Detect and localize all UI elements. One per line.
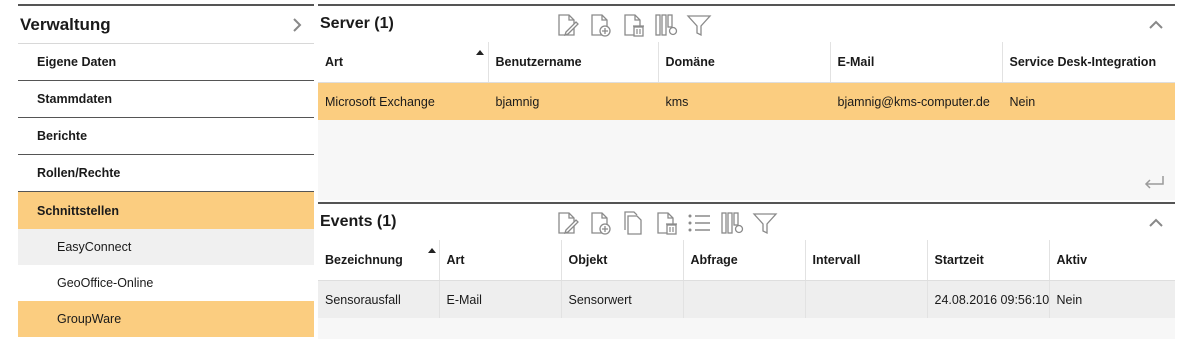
table-header-row: Bezeichnung Art Objekt Abfrage Intervall… xyxy=(318,240,1175,281)
sidebar-item-berichte[interactable]: Berichte xyxy=(18,118,314,155)
sidebar: Verwaltung Eigene Daten Stammdaten Beric… xyxy=(18,4,314,339)
edit-icon[interactable] xyxy=(554,210,580,236)
column-header-label: Art xyxy=(325,55,344,69)
columns-icon[interactable] xyxy=(719,210,745,236)
sidebar-subitem-geooffice-online[interactable]: GeoOffice-Online xyxy=(18,265,314,301)
sidebar-subitem-easyconnect[interactable]: EasyConnect xyxy=(18,229,314,265)
table-cell: E-Mail xyxy=(438,280,561,318)
table-cell: kms xyxy=(657,82,830,120)
table-row[interactable]: Sensorausfall E-Mail Sensorwert 24.08.20… xyxy=(318,280,1175,318)
table-cell: Sensorwert xyxy=(560,280,683,318)
copy-icon[interactable] xyxy=(620,210,646,236)
column-header-label: E-Mail xyxy=(837,55,875,69)
column-header-label: Intervall xyxy=(812,253,861,267)
column-header-intervall[interactable]: Intervall xyxy=(804,240,927,281)
sidebar-item-label: Eigene Daten xyxy=(37,55,117,69)
column-header-label: Aktiv xyxy=(1056,253,1088,267)
column-header-startzeit[interactable]: Startzeit xyxy=(926,240,1049,281)
events-panel: Events (1) Bezeichnung Art Objekt Abfrag… xyxy=(318,202,1175,339)
chevron-up-icon[interactable] xyxy=(1149,18,1163,32)
server-toolbar xyxy=(554,12,712,38)
events-table: Bezeichnung Art Objekt Abfrage Intervall… xyxy=(318,240,1175,318)
sidebar-item-rollen-rechte[interactable]: Rollen/Rechte xyxy=(18,155,314,192)
table-cell: Microsoft Exchange xyxy=(318,82,488,120)
table-cell xyxy=(804,280,927,318)
table-cell: bjamnig@kms-computer.de xyxy=(829,82,1002,120)
table-header-row: Art Benutzername Domäne E-Mail Service D… xyxy=(318,42,1175,83)
sort-asc-icon xyxy=(428,248,436,253)
chevron-up-icon[interactable] xyxy=(1149,216,1163,230)
add-icon[interactable] xyxy=(587,210,613,236)
columns-icon[interactable] xyxy=(653,12,679,38)
column-header-label: Bezeichnung xyxy=(325,253,403,267)
server-table: Art Benutzername Domäne E-Mail Service D… xyxy=(318,42,1175,120)
edit-icon[interactable] xyxy=(554,12,580,38)
sidebar-subitem-label: GeoOffice-Online xyxy=(57,276,154,290)
server-panel-title: Server (1) xyxy=(320,15,394,32)
sidebar-item-eigene-daten[interactable]: Eigene Daten xyxy=(18,44,314,81)
column-header-label: Objekt xyxy=(568,253,608,267)
column-header-objekt[interactable]: Objekt xyxy=(560,240,683,281)
table-cell: Sensorausfall xyxy=(318,280,439,318)
table-cell: Nein xyxy=(1001,82,1175,120)
chevron-right-icon[interactable] xyxy=(290,17,304,32)
sidebar-item-label: Berichte xyxy=(37,129,88,143)
sort-asc-icon xyxy=(476,50,484,55)
return-icon[interactable] xyxy=(1141,174,1167,192)
events-panel-title: Events (1) xyxy=(320,213,397,230)
sidebar-subitem-groupware[interactable]: GroupWare xyxy=(18,301,314,337)
column-header-abfrage[interactable]: Abfrage xyxy=(682,240,805,281)
column-header-art[interactable]: Art xyxy=(438,240,561,281)
delete-icon[interactable] xyxy=(620,12,646,38)
sidebar-title: Verwaltung xyxy=(20,14,111,34)
column-header-label: Startzeit xyxy=(934,253,984,267)
sidebar-item-label: Rollen/Rechte xyxy=(37,166,121,180)
column-header-email[interactable]: E-Mail xyxy=(829,42,1002,83)
table-row[interactable]: Microsoft Exchange bjamnig kms bjamnig@k… xyxy=(318,82,1175,120)
column-header-benutzername[interactable]: Benutzername xyxy=(487,42,658,83)
sidebar-item-label: Stammdaten xyxy=(37,92,113,106)
table-cell: 24.08.2016 09:56:10 xyxy=(926,280,1049,318)
table-cell xyxy=(682,280,805,318)
events-panel-header: Events (1) xyxy=(318,202,1175,240)
add-icon[interactable] xyxy=(587,12,613,38)
column-header-service-desk[interactable]: Service Desk-Integration xyxy=(1001,42,1175,83)
column-header-label: Art xyxy=(446,253,465,267)
server-panel: Server (1) Art Benutzername Domäne E-Mai… xyxy=(318,4,1175,200)
filter-icon[interactable] xyxy=(686,12,712,38)
table-cell: Nein xyxy=(1048,280,1175,318)
sidebar-subitem-label: EasyConnect xyxy=(57,240,132,254)
sidebar-subitem-label: GroupWare xyxy=(57,312,122,326)
column-header-art[interactable]: Art xyxy=(318,42,488,83)
column-header-label: Service Desk-Integration xyxy=(1009,55,1157,69)
column-header-label: Abfrage xyxy=(690,253,738,267)
table-cell: bjamnig xyxy=(487,82,658,120)
list-icon[interactable] xyxy=(686,210,712,236)
sidebar-item-schnittstellen[interactable]: Schnittstellen xyxy=(18,192,314,229)
delete-icon[interactable] xyxy=(653,210,679,236)
server-panel-header: Server (1) xyxy=(318,4,1175,42)
column-header-label: Domäne xyxy=(665,55,715,69)
events-toolbar xyxy=(554,210,778,236)
column-header-aktiv[interactable]: Aktiv xyxy=(1048,240,1175,281)
sidebar-item-stammdaten[interactable]: Stammdaten xyxy=(18,81,314,118)
sidebar-header[interactable]: Verwaltung xyxy=(18,4,314,44)
column-header-bezeichnung[interactable]: Bezeichnung xyxy=(318,240,439,281)
column-header-domaene[interactable]: Domäne xyxy=(657,42,830,83)
sidebar-item-label: Schnittstellen xyxy=(37,203,119,218)
column-header-label: Benutzername xyxy=(495,55,582,69)
filter-icon[interactable] xyxy=(752,210,778,236)
